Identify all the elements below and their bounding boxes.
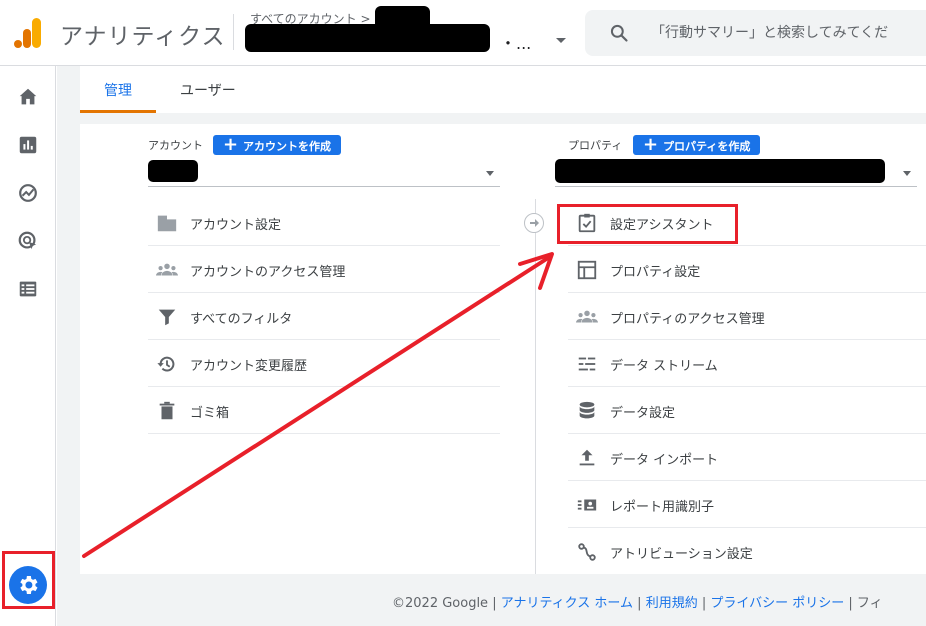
streams-icon bbox=[578, 357, 596, 371]
active-tab-indicator bbox=[80, 110, 156, 113]
upload-icon bbox=[579, 449, 595, 466]
people-icon bbox=[156, 263, 178, 276]
header-divider bbox=[233, 14, 234, 50]
left-nav bbox=[0, 66, 56, 626]
search-icon[interactable] bbox=[609, 23, 629, 43]
search-bar[interactable] bbox=[585, 10, 926, 56]
terms-link[interactable]: 利用規約 bbox=[646, 596, 698, 611]
configure-icon[interactable] bbox=[17, 278, 39, 300]
tab-bar: 管理 ユーザー bbox=[80, 66, 926, 113]
redacted-account-name bbox=[148, 160, 198, 182]
arrow-right-icon bbox=[530, 219, 539, 227]
reporting-identity-label: レポート用識別子 bbox=[610, 500, 715, 515]
reports-icon[interactable] bbox=[17, 134, 39, 156]
reporting-identity-row[interactable]: レポート用識別子 bbox=[568, 481, 926, 528]
tab-user[interactable]: ユーザー bbox=[180, 80, 236, 100]
data-streams-label: データ ストリーム bbox=[610, 359, 718, 374]
redacted-property-name[interactable] bbox=[245, 24, 490, 52]
trash-row[interactable]: ゴミ箱 bbox=[148, 387, 500, 434]
admin-panel: アカウント + アカウントを作成 アカウント設定 アカウントのアクセス管理 すべ… bbox=[80, 124, 926, 574]
property-settings-row[interactable]: プロパティ設定 bbox=[568, 246, 926, 293]
layout-icon bbox=[577, 260, 597, 280]
search-input[interactable] bbox=[651, 22, 926, 44]
trash-icon bbox=[159, 401, 175, 420]
all-filters-row[interactable]: すべてのフィルタ bbox=[148, 293, 500, 340]
account-access-row[interactable]: アカウントのアクセス管理 bbox=[148, 246, 500, 293]
copyright-text: ©2022 Google bbox=[392, 596, 489, 611]
account-settings-row[interactable]: アカウント設定 bbox=[148, 199, 500, 246]
account-history-row[interactable]: アカウント変更履歴 bbox=[148, 340, 500, 387]
account-selector[interactable] bbox=[148, 157, 500, 187]
gear-icon[interactable] bbox=[16, 573, 40, 597]
create-account-button[interactable]: + アカウントを作成 bbox=[213, 134, 341, 155]
database-icon bbox=[579, 401, 595, 419]
plus-icon: + bbox=[643, 134, 659, 155]
account-name-ellipsis[interactable]: ・... bbox=[500, 30, 531, 54]
history-icon bbox=[157, 356, 175, 372]
filter-icon bbox=[158, 309, 176, 326]
property-settings-label: プロパティ設定 bbox=[610, 265, 701, 280]
account-settings-label: アカウント設定 bbox=[190, 218, 282, 233]
trash-label: ゴミ箱 bbox=[190, 406, 230, 421]
explore-icon[interactable] bbox=[17, 182, 39, 204]
tab-admin[interactable]: 管理 bbox=[104, 80, 132, 100]
property-column-label: プロパティ bbox=[568, 139, 623, 152]
analytics-home-link[interactable]: アナリティクス ホーム bbox=[501, 596, 633, 611]
attribution-icon bbox=[578, 543, 596, 561]
all-filters-label: すべてのフィルタ bbox=[190, 312, 293, 327]
people-icon bbox=[576, 310, 598, 323]
admin-button[interactable] bbox=[9, 566, 47, 604]
property-access-row[interactable]: プロパティのアクセス管理 bbox=[568, 293, 926, 340]
data-streams-row[interactable]: データ ストリーム bbox=[568, 340, 926, 387]
data-import-row[interactable]: データ インポート bbox=[568, 434, 926, 481]
data-import-label: データ インポート bbox=[610, 453, 719, 468]
analytics-logo-icon[interactable] bbox=[14, 18, 42, 48]
redacted-property-selector bbox=[555, 159, 885, 183]
account-picker-caret-icon[interactable] bbox=[556, 38, 566, 43]
main-area: 管理 ユーザー アカウント + アカウントを作成 アカウント設定 アカウントのアク… bbox=[57, 66, 926, 626]
account-history-label: アカウント変更履歴 bbox=[190, 359, 308, 374]
data-settings-label: データ設定 bbox=[610, 406, 676, 421]
feedback-link-truncated[interactable]: フィ bbox=[857, 596, 883, 611]
create-property-button[interactable]: + プロパティを作成 bbox=[633, 134, 761, 155]
home-icon[interactable] bbox=[17, 86, 39, 108]
property-access-label: プロパティのアクセス管理 bbox=[610, 312, 765, 327]
account-column-label: アカウント bbox=[148, 139, 203, 152]
top-bar: アナリティクス すべてのアカウント > ・... bbox=[0, 0, 926, 66]
plus-icon: + bbox=[223, 134, 239, 155]
advertising-icon[interactable] bbox=[17, 230, 39, 252]
privacy-policy-link[interactable]: プライバシー ポリシー bbox=[710, 596, 844, 611]
property-selector[interactable] bbox=[555, 157, 917, 187]
attribution-settings-row[interactable]: アトリビューション設定 bbox=[568, 528, 926, 575]
attribution-settings-label: アトリビューション設定 bbox=[610, 547, 753, 562]
column-arrow bbox=[524, 213, 544, 233]
property-dropdown-caret-icon[interactable] bbox=[903, 171, 911, 176]
identity-icon bbox=[577, 499, 597, 511]
setup-assistant-highlight-box bbox=[557, 204, 738, 244]
column-divider bbox=[535, 199, 536, 574]
app-title: アナリティクス bbox=[60, 24, 226, 50]
account-dropdown-caret-icon[interactable] bbox=[486, 171, 494, 176]
account-access-label: アカウントのアクセス管理 bbox=[190, 265, 346, 280]
footer: ©2022 Google | アナリティクス ホーム | 利用規約 | プライバ… bbox=[392, 596, 883, 611]
building-icon bbox=[157, 215, 177, 232]
data-settings-row[interactable]: データ設定 bbox=[568, 387, 926, 434]
